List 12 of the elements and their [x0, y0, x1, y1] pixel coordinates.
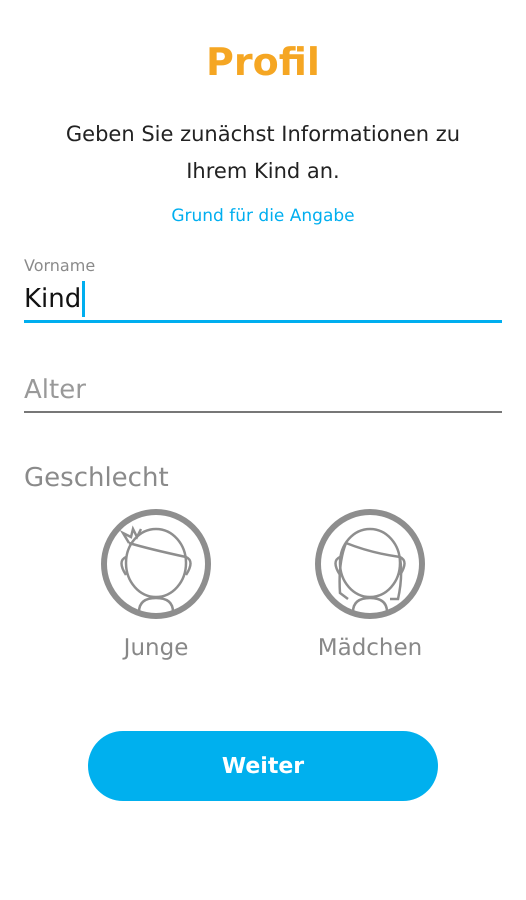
boy-avatar-icon[interactable]	[99, 507, 213, 621]
page-title: Profil	[206, 40, 320, 84]
gender-option-label[interactable]: Mädchen	[318, 635, 422, 661]
intro-text: Geben Sie zunächst Informationen zu Ihrem Kind an.	[64, 121, 462, 185]
age-field[interactable]: Alter	[24, 369, 502, 413]
gender-label: Geschlecht	[24, 463, 170, 493]
reason-link[interactable]: Grund für die Angabe	[171, 206, 355, 226]
name-field[interactable]: Kind	[24, 278, 502, 323]
continue-button[interactable]: Weiter	[88, 731, 438, 801]
field-label: Vorname	[24, 256, 96, 277]
gender-option-label[interactable]: Junge	[124, 635, 188, 661]
girl-avatar-icon[interactable]	[313, 507, 427, 621]
